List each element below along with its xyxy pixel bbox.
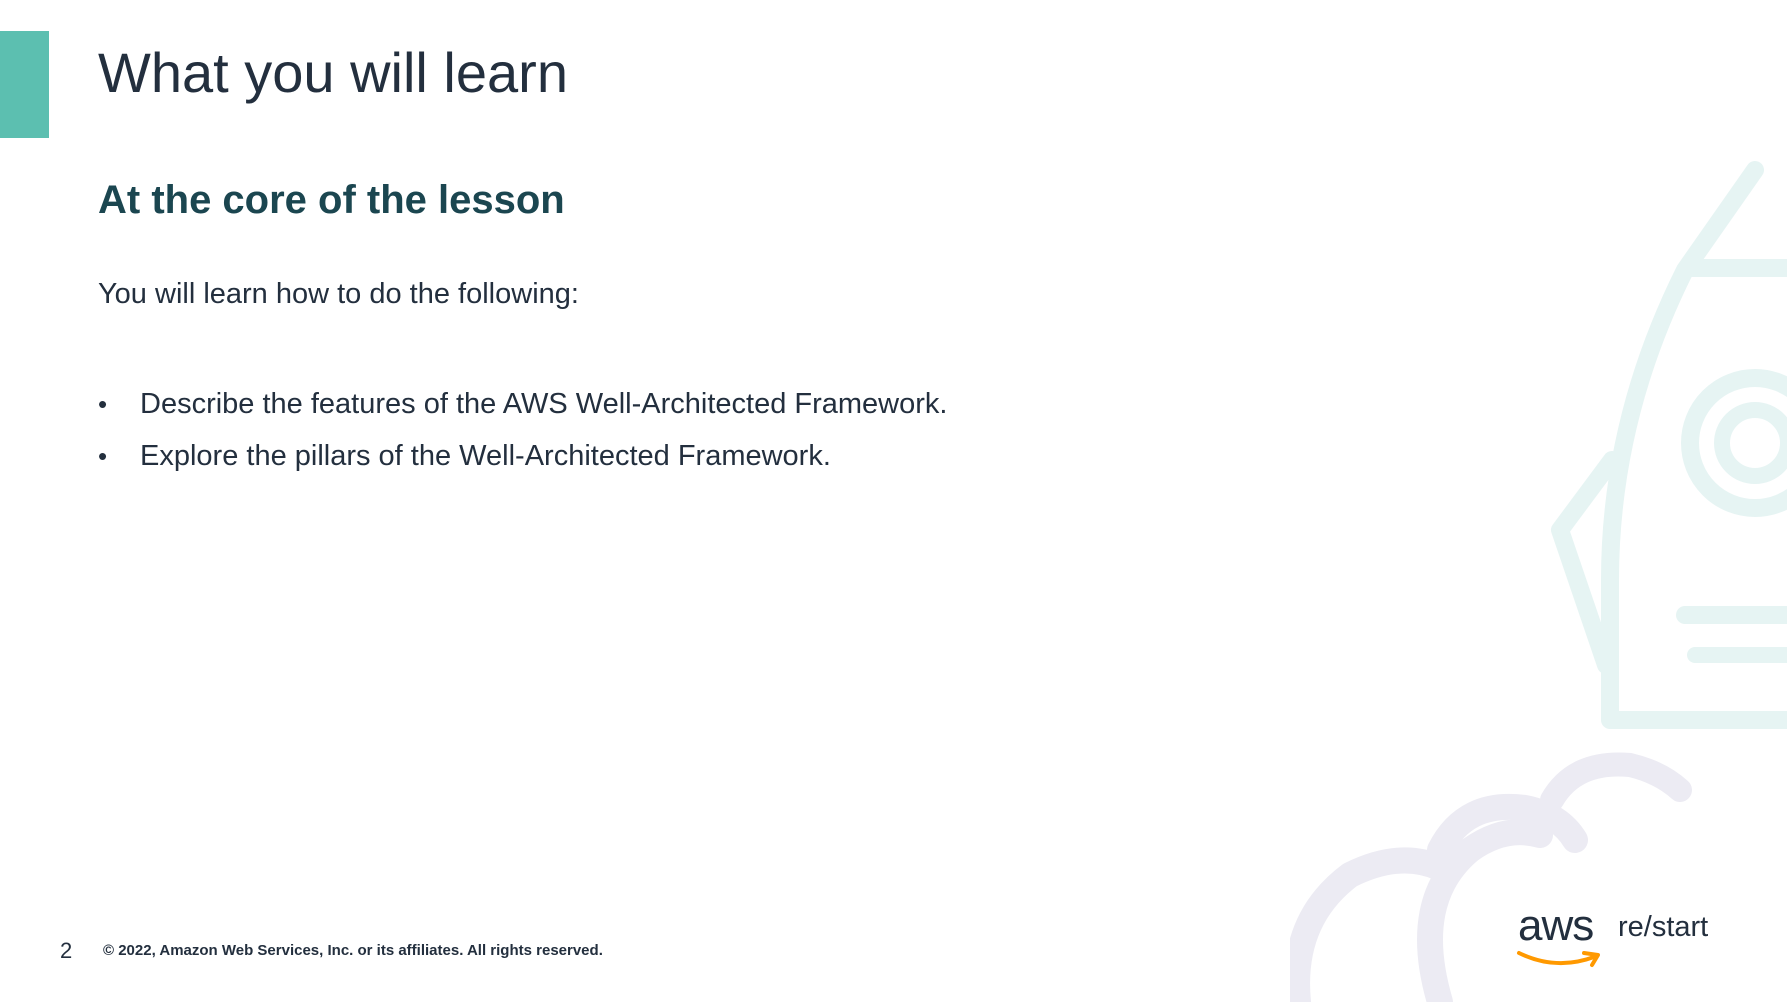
rocket-with-clouds-icon — [1290, 161, 1787, 1002]
aws-logo: aws — [1512, 901, 1604, 971]
intro-text: You will learn how to do the following: — [98, 278, 579, 310]
aws-smile-arrow-icon — [1517, 951, 1600, 967]
aws-restart-logo: aws re/start — [1512, 901, 1709, 975]
slide-subtitle: At the core of the lesson — [98, 178, 565, 222]
copyright-notice: © 2022, Amazon Web Services, Inc. or its… — [103, 942, 603, 959]
bullet-list: Describe the features of the AWS Well-Ar… — [98, 378, 947, 482]
restart-logo-text: re/start — [1618, 911, 1709, 943]
bullet-item: Describe the features of the AWS Well-Ar… — [98, 378, 947, 430]
slide-title: What you will learn — [98, 41, 568, 104]
slide: What you will learn At the core of the l… — [0, 0, 1787, 1002]
accent-bar — [0, 31, 49, 138]
page-number: 2 — [60, 938, 73, 963]
aws-logo-text: aws — [1518, 901, 1594, 950]
bullet-item: Explore the pillars of the Well-Architec… — [98, 430, 947, 482]
